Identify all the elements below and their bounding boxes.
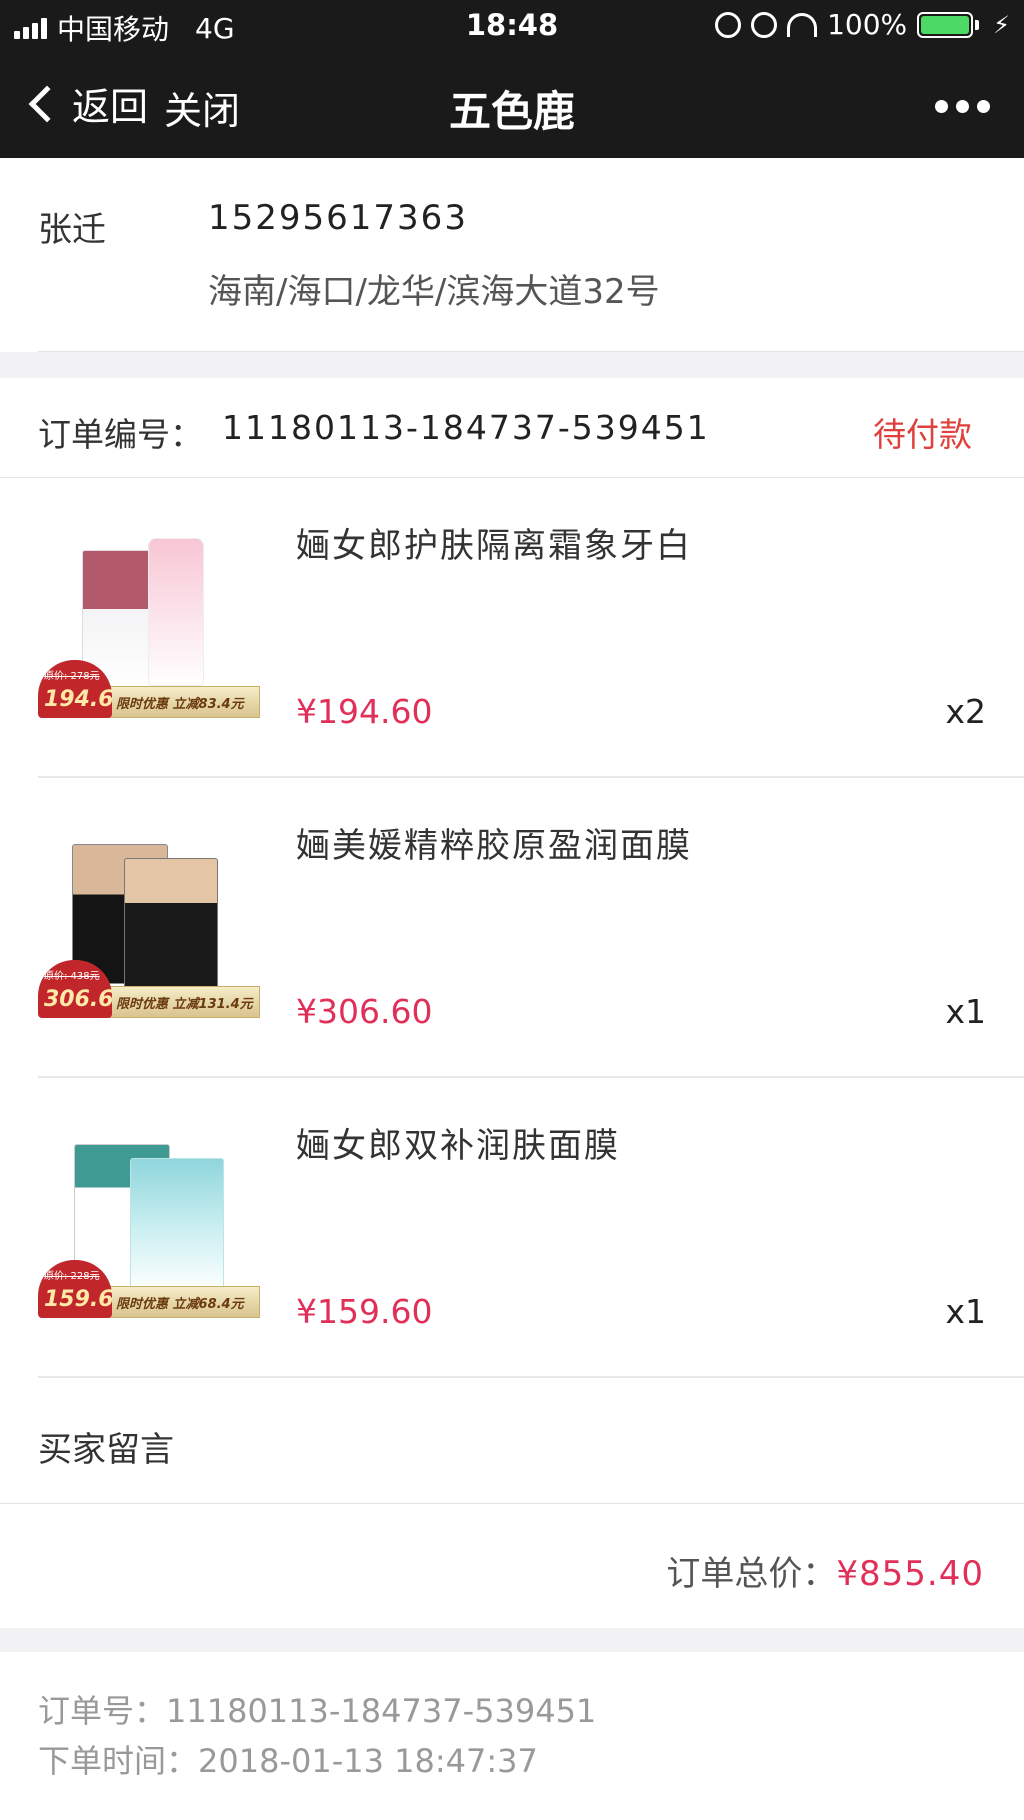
alarm-icon — [751, 11, 778, 38]
badge-price: 306.6 — [44, 987, 114, 1012]
product-quantity: x1 — [945, 992, 986, 1031]
product-item[interactable]: 原价: 228元 159.6 限时优惠 立减68.4元 婳女郎双补润肤面膜 ¥1… — [0, 1078, 1024, 1378]
shipping-address[interactable]: 张迁 15295617363 海南/海口/龙华/滨海大道32号 — [0, 158, 1024, 352]
order-total: 订单总价：¥855.40 — [0, 1504, 1024, 1628]
address-detail: 海南/海口/龙华/滨海大道32号 — [208, 272, 660, 312]
badge-text: 限时优惠 立减68.4元 — [116, 1297, 244, 1312]
nav-bar: 返回 关闭 五色鹿 — [0, 50, 1024, 158]
badge-price: 159.6 — [44, 1287, 114, 1312]
page-title: 五色鹿 — [448, 87, 575, 136]
battery-percent: 100% — [827, 8, 908, 41]
more-dot-icon — [956, 100, 969, 113]
more-options-button[interactable] — [935, 100, 990, 113]
promo-badge: 原价: 438元 306.6 限时优惠 立减131.4元 — [38, 960, 260, 1018]
battery-icon — [917, 11, 980, 38]
product-price: ¥159.60 — [296, 1292, 433, 1331]
order-number: 11180113-184737-539451 — [222, 408, 710, 447]
more-dot-icon — [977, 100, 990, 113]
recipient-name: 张迁 — [38, 210, 106, 250]
recipient-phone: 15295617363 — [208, 198, 468, 238]
product-image: 原价: 278元 194.6 限时优惠 立减83.4元 — [38, 518, 260, 718]
product-title: 婳女郎双补润肤面膜 — [296, 1126, 620, 1166]
product-item[interactable]: 原价: 278元 194.6 限时优惠 立减83.4元 婳女郎护肤隔离霜象牙白 … — [0, 478, 1024, 778]
product-title: 婳美媛精粹胶原盈润面膜 — [296, 826, 692, 866]
buyer-message[interactable]: 买家留言 — [0, 1378, 1024, 1504]
rotation-lock-icon — [715, 11, 742, 38]
promo-badge: 原价: 278元 194.6 限时优惠 立减83.4元 — [38, 660, 260, 718]
total-value: ¥855.40 — [836, 1554, 984, 1594]
badge-original-price: 原价: 278元 — [44, 671, 100, 682]
badge-original-price: 原价: 228元 — [44, 1271, 100, 1282]
order-number-label: 订单编号： — [38, 415, 203, 454]
badge-text: 限时优惠 立减83.4元 — [116, 697, 244, 712]
section-gap — [0, 352, 1024, 378]
more-dot-icon — [935, 100, 948, 113]
order-time-row: 下单时间：2018-01-13 18:47:37 — [38, 1742, 538, 1780]
product-title: 婳女郎护肤隔离霜象牙白 — [296, 526, 692, 566]
product-quantity: x1 — [945, 1292, 986, 1331]
headphones-icon — [787, 12, 818, 37]
order-no-row: 订单号：11180113-184737-539451 — [38, 1692, 597, 1730]
order-status: 待付款 — [873, 415, 972, 454]
product-item[interactable]: 原价: 438元 306.6 限时优惠 立减131.4元 婳美媛精粹胶原盈润面膜… — [0, 778, 1024, 1078]
order-info: 订单号：11180113-184737-539451 下单时间：2018-01-… — [0, 1652, 1024, 1820]
badge-text: 限时优惠 立减131.4元 — [116, 997, 253, 1012]
product-image: 原价: 228元 159.6 限时优惠 立减68.4元 — [38, 1118, 260, 1318]
charging-icon: ⚡ — [993, 10, 1010, 39]
status-bar: 中国移动 4G 18:48 100% ⚡ — [0, 0, 1024, 50]
buyer-message-label: 买家留言 — [38, 1430, 174, 1470]
order-header: 订单编号： 11180113-184737-539451 待付款 — [0, 378, 1024, 478]
product-image: 原价: 438元 306.6 限时优惠 立减131.4元 — [38, 818, 260, 1018]
product-price: ¥194.60 — [296, 692, 433, 731]
badge-price: 194.6 — [44, 687, 114, 712]
total-label: 订单总价： — [666, 1554, 837, 1594]
badge-original-price: 原价: 438元 — [44, 971, 100, 982]
product-quantity: x2 — [945, 692, 986, 731]
section-gap — [0, 1628, 1024, 1652]
product-price: ¥306.60 — [296, 992, 433, 1031]
promo-badge: 原价: 228元 159.6 限时优惠 立减68.4元 — [38, 1260, 260, 1318]
